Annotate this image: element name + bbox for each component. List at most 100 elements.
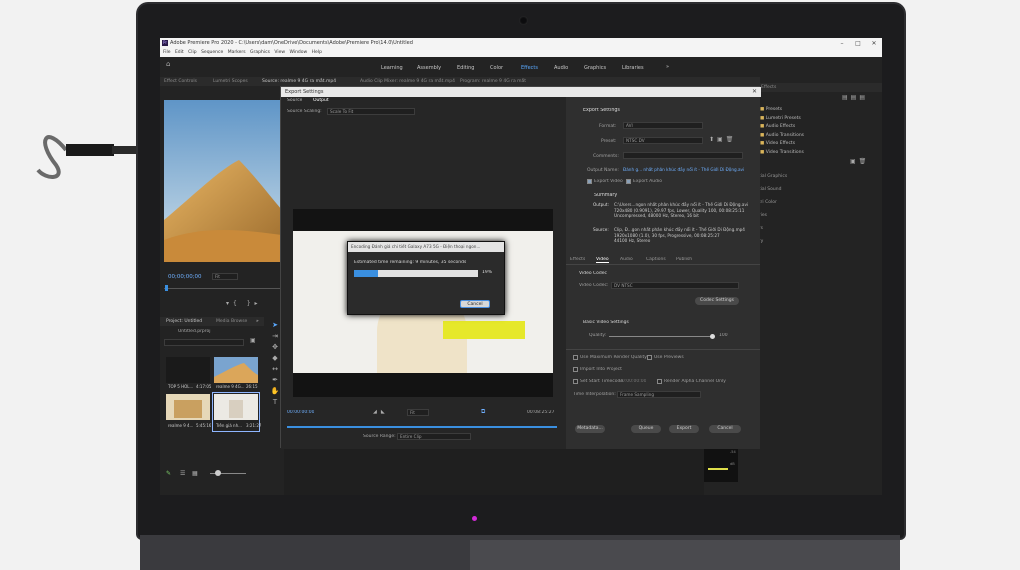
project-thumbnail-3[interactable] — [166, 394, 210, 420]
tab-export-output[interactable]: Output — [313, 98, 329, 103]
project-thumbnail-2[interactable] — [214, 357, 258, 383]
tab-export-source[interactable]: Source — [287, 98, 302, 103]
status-led — [472, 516, 477, 521]
more-panels-icon[interactable]: » — [256, 317, 259, 326]
queue-button[interactable]: Queue — [631, 425, 661, 433]
export-fit-select[interactable]: Fit — [407, 409, 429, 416]
tab-effects[interactable]: Effects — [570, 257, 585, 262]
effects-folder-audio-transitions[interactable]: ■ Audio Transitions — [760, 132, 882, 141]
export-timeline-bar[interactable] — [287, 426, 557, 428]
menu-file[interactable]: File — [163, 50, 171, 55]
alpha-only-checkbox[interactable] — [657, 379, 662, 384]
close-icon[interactable]: ✕ — [866, 38, 882, 49]
menu-edit[interactable]: Edit — [175, 50, 184, 55]
new-bin-icon[interactable]: ▣ — [250, 337, 256, 344]
tab-effect-controls[interactable]: Effect Controls — [164, 77, 197, 86]
menu-help[interactable]: Help — [312, 50, 322, 55]
panel-markers[interactable]: ers — [756, 222, 882, 235]
use-previews-checkbox[interactable] — [647, 355, 652, 360]
preset-select[interactable]: NTSC DV — [623, 137, 703, 144]
time-interpolation-select[interactable]: Frame Sampling — [617, 391, 701, 398]
title-bar: Adobe Premiere Pro 2020 - C:\Users\dam\O… — [160, 38, 882, 49]
zoom-slider-handle[interactable] — [215, 470, 221, 476]
comments-input[interactable] — [623, 152, 743, 159]
output-name-link[interactable]: Đánh g... nhất phân khúc đầy nổi ít - Th… — [623, 167, 753, 172]
tab-captions[interactable]: Captions — [646, 257, 666, 262]
codec-settings-button[interactable]: Codec Settings — [695, 297, 739, 305]
home-icon[interactable]: ⌂ — [166, 60, 170, 68]
preset-action-icons[interactable]: ⬆▣🗑 — [709, 136, 736, 143]
panel-essential-sound[interactable]: ntial Sound — [756, 183, 882, 196]
tab-publish[interactable]: Publish — [676, 257, 692, 262]
max-render-quality-checkbox[interactable] — [573, 355, 578, 360]
effects-folder-presets[interactable]: ■ Presets — [760, 106, 882, 115]
import-into-project-checkbox[interactable] — [573, 367, 578, 372]
tab-video[interactable]: Video — [596, 257, 609, 263]
tab-audio-clip-mixer[interactable]: Audio Clip Mixer: realme 9 4G ra mắt.mp4 — [360, 77, 455, 86]
export-video-checkbox[interactable] — [587, 179, 592, 184]
menu-clip[interactable]: Clip — [188, 50, 197, 55]
tab-media-browser[interactable]: Media Browse — [216, 317, 247, 326]
source-scaling-select[interactable]: Scale To Fit — [327, 108, 415, 115]
in-out-markers[interactable]: ◢◣ — [373, 409, 389, 415]
export-audio-checkbox[interactable] — [626, 179, 631, 184]
minimize-icon[interactable]: – — [834, 38, 850, 49]
icon-view-icon[interactable]: ▦ — [192, 470, 198, 477]
source-time-ruler[interactable] — [164, 288, 282, 289]
project-search-input[interactable] — [164, 339, 244, 346]
tab-source[interactable]: Source: realme 9 4G ra mắt.mp4 — [262, 77, 336, 86]
video-codec-select[interactable]: DV NTSC — [611, 282, 739, 289]
start-timecode-checkbox[interactable] — [573, 379, 578, 384]
effects-folder-video-effects[interactable]: ■ Video Effects — [760, 140, 882, 149]
effects-folder-lumetri[interactable]: ■ Lumetri Presets — [760, 115, 882, 124]
encoding-cancel-button[interactable]: Cancel — [460, 300, 490, 308]
more-workspaces-icon[interactable]: » — [666, 64, 669, 70]
tab-lumetri-scopes[interactable]: Lumetri Scopes — [213, 77, 248, 86]
menu-view[interactable]: View — [274, 50, 285, 55]
window-title: Adobe Premiere Pro 2020 - C:\Users\dam\O… — [170, 40, 413, 46]
menu-sequence[interactable]: Sequence — [201, 50, 223, 55]
effects-folder-audio-effects[interactable]: ■ Audio Effects — [760, 123, 882, 132]
cancel-button[interactable]: Cancel — [709, 425, 741, 433]
export-dialog-close-icon[interactable]: ✕ — [752, 87, 757, 97]
source-range-select[interactable]: Entire Clip — [397, 433, 471, 440]
list-view-icon[interactable]: ☰ — [180, 470, 185, 477]
workspace-libraries[interactable]: Libraries — [622, 65, 644, 71]
start-timecode-value[interactable]: 00:00:00:00 — [619, 379, 646, 384]
maximize-icon[interactable]: □ — [850, 38, 866, 49]
quality-slider-handle[interactable] — [710, 334, 715, 339]
quality-slider[interactable] — [609, 334, 715, 339]
panel-lumetri-color[interactable]: etri Color — [756, 196, 882, 209]
panel-essential-graphics[interactable]: ntial Graphics — [756, 170, 882, 183]
workspace-effects[interactable]: Effects — [521, 65, 538, 71]
workspace-color[interactable]: Color — [490, 65, 503, 71]
effects-filter-icons[interactable]: ▤▤▤ — [842, 94, 868, 101]
effects-folder-video-transitions[interactable]: ■ Video Transitions — [760, 149, 882, 158]
project-thumbnail-1[interactable] — [166, 357, 210, 383]
metadata-button[interactable]: Metadata... — [575, 425, 605, 433]
aspect-icon[interactable]: ⧉ — [481, 408, 485, 416]
source-playhead[interactable] — [165, 285, 168, 291]
source-range-label: Source Range: — [363, 434, 396, 439]
menu-markers[interactable]: Markers — [228, 50, 246, 55]
panel-history[interactable]: ory — [756, 235, 882, 248]
workspace-graphics[interactable]: Graphics — [584, 65, 606, 71]
source-transport-controls[interactable]: ▾{ }▸ — [226, 300, 262, 307]
source-zoom-select[interactable]: Fit — [212, 273, 238, 280]
pencil-icon[interactable]: ✎ — [166, 470, 171, 477]
tab-program[interactable]: Program: realme 9 4G ra mắt — [460, 77, 526, 86]
panel-libraries[interactable]: aries — [756, 209, 882, 222]
format-select[interactable]: AVI — [623, 122, 703, 129]
menu-graphics[interactable]: Graphics — [250, 50, 270, 55]
menu-window[interactable]: Window — [289, 50, 307, 55]
source-timecode: 00;00;00;00 — [168, 274, 202, 280]
workspace-assembly[interactable]: Assembly — [417, 65, 441, 71]
workspace-audio[interactable]: Audio — [554, 65, 568, 71]
new-bin-trash-icons[interactable]: ▣🗑 — [850, 158, 869, 165]
tab-audio[interactable]: Audio — [620, 257, 633, 262]
export-button[interactable]: Export — [669, 425, 699, 433]
workspace-editing[interactable]: Editing — [457, 65, 474, 71]
tab-project[interactable]: Project: Untitled — [166, 317, 202, 326]
workspace-learning[interactable]: Learning — [381, 65, 403, 71]
effects-panel-title: Effects — [761, 85, 777, 90]
